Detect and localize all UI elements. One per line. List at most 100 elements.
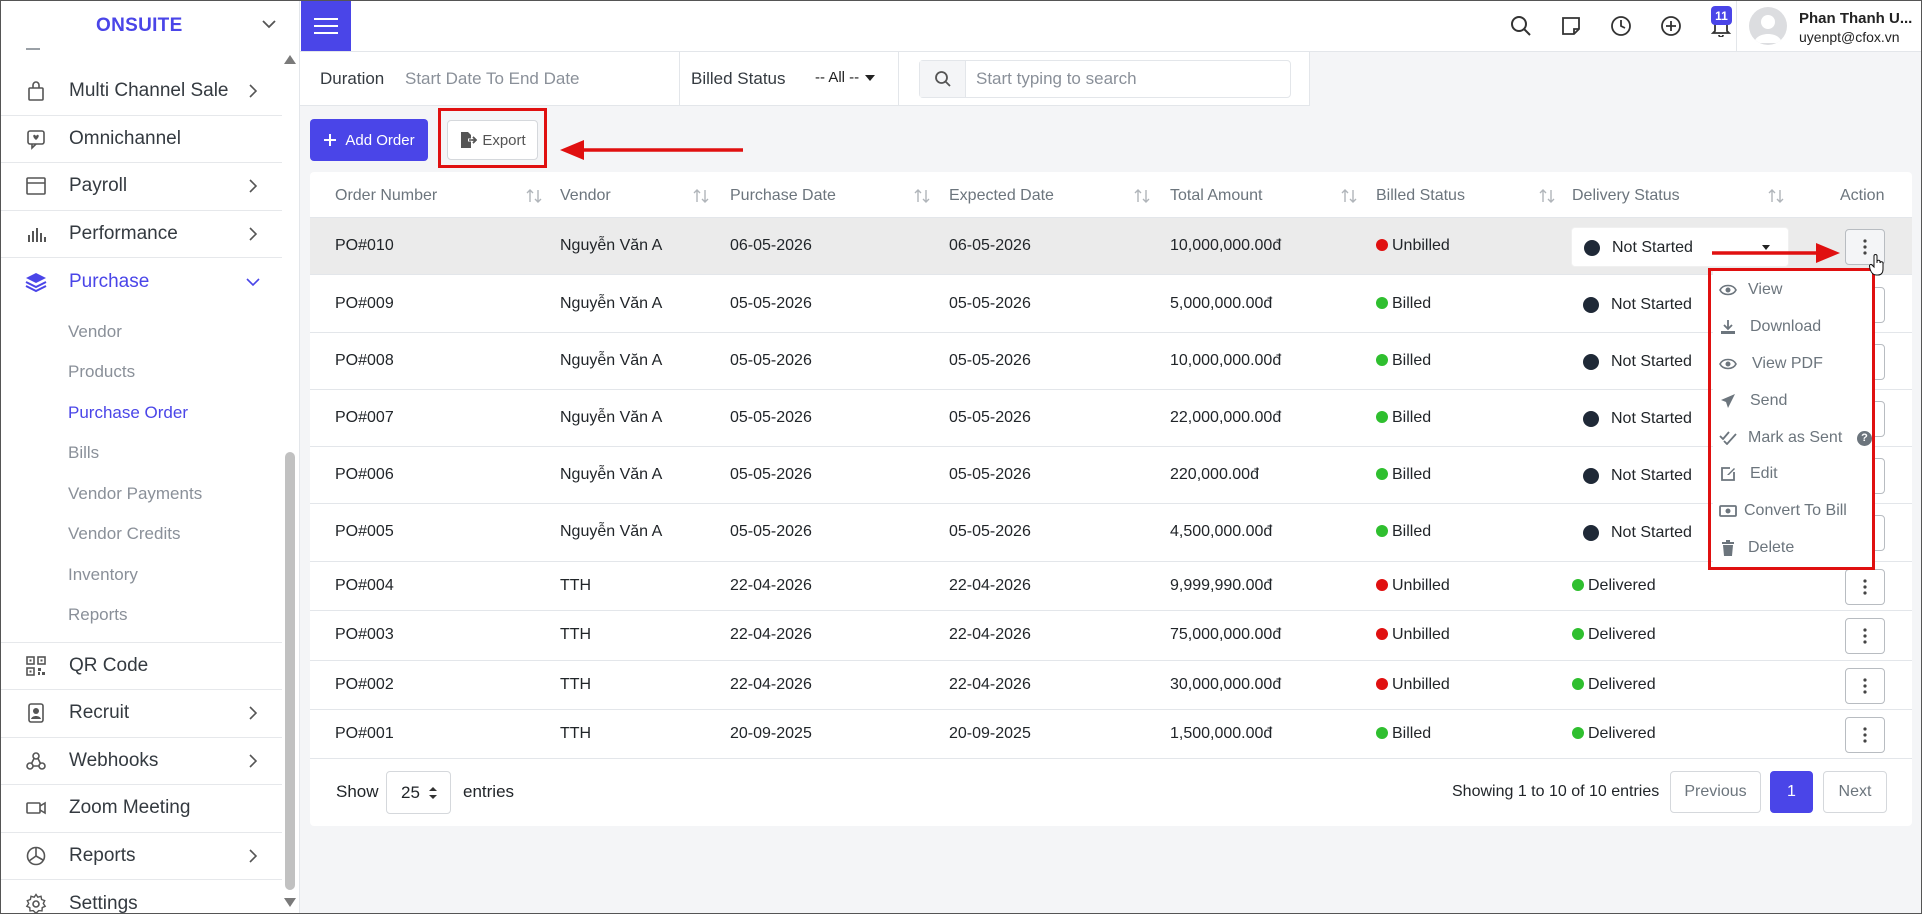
sidebar-item-reports[interactable]: Reports: [0, 833, 282, 880]
chevron-down-icon[interactable]: [259, 14, 279, 34]
status-dot-icon: [1376, 579, 1388, 591]
menu-toggle-button[interactable]: [301, 1, 351, 51]
sort-icon[interactable]: [525, 188, 543, 204]
sidebar-item-purchase[interactable]: Purchase: [0, 258, 282, 306]
column-header-vendor[interactable]: Vendor: [560, 187, 611, 205]
plus-icon: [324, 134, 337, 146]
table-row[interactable]: PO#010 Nguyễn Văn A 06-05-2026 06-05-2026 10…: [310, 218, 1912, 275]
chevron-right-icon: [249, 84, 258, 98]
previous-page-button[interactable]: Previous: [1670, 771, 1761, 813]
next-page-button[interactable]: Next: [1823, 771, 1887, 813]
order-number-cell[interactable]: PO#005: [335, 523, 394, 541]
search-icon[interactable]: [1508, 13, 1534, 39]
column-header-expected-date[interactable]: Expected Date: [949, 187, 1054, 205]
sidebar-item-payroll[interactable]: Payroll: [0, 163, 282, 211]
row-actions-button[interactable]: [1845, 569, 1885, 605]
sidebar-subitem-vendor-credits[interactable]: Vendor Credits: [0, 514, 282, 555]
clock-icon[interactable]: [1608, 13, 1634, 39]
sticky-note-icon[interactable]: [1558, 13, 1584, 39]
sidebar-item-zoom-meeting[interactable]: Zoom Meeting: [0, 785, 282, 833]
sidebar-subitem-inventory[interactable]: Inventory: [0, 555, 282, 596]
purchase-date-cell: 22-04-2026: [730, 626, 812, 643]
sidebar-item-settings[interactable]: Settings: [0, 880, 282, 914]
billed-status-text: Unbilled: [1392, 626, 1450, 643]
sidebar-subitem-products[interactable]: Products: [0, 352, 282, 393]
status-dot-icon: [1583, 468, 1599, 484]
date-range-input[interactable]: Start Date To End Date: [405, 69, 580, 89]
video-camera-icon: [24, 796, 48, 820]
sidebar-item-omnichannel[interactable]: Omnichannel: [0, 116, 282, 163]
table-row[interactable]: PO#005 Nguyễn Văn A 05-05-2026 05-05-2026 4,…: [310, 504, 1912, 562]
billed-status-select[interactable]: -- All --: [815, 69, 876, 86]
order-number-cell[interactable]: PO#004: [335, 577, 394, 595]
row-actions-button[interactable]: [1845, 668, 1885, 704]
delivery-status-text: Delivered: [1588, 626, 1656, 643]
order-number-cell[interactable]: PO#008: [335, 352, 394, 370]
table-row[interactable]: PO#002 TTH 22-04-2026 22-04-2026 30,000,000.…: [310, 661, 1912, 710]
order-number-cell[interactable]: PO#009: [335, 295, 394, 313]
avatar[interactable]: [1749, 7, 1787, 45]
status-dot-icon: [1376, 411, 1388, 423]
sort-icon[interactable]: [1340, 188, 1358, 204]
table-row[interactable]: PO#003 TTH 22-04-2026 22-04-2026 75,000,000.…: [310, 611, 1912, 661]
hamburger-icon: [314, 18, 338, 34]
sidebar-scroll-thumb[interactable]: [285, 452, 295, 890]
sort-icon[interactable]: [913, 188, 931, 204]
row-actions-button[interactable]: [1845, 717, 1885, 753]
plus-circle-icon[interactable]: [1658, 13, 1684, 39]
page-1-button[interactable]: 1: [1770, 771, 1813, 813]
partial-divider: [26, 48, 40, 50]
table-row[interactable]: PO#001 TTH 20-09-2025 20-09-2025 1,500,000.0…: [310, 710, 1912, 759]
table-row[interactable]: PO#008 Nguyễn Văn A 05-05-2026 05-05-2026 10…: [310, 333, 1912, 390]
page-size-select[interactable]: 25: [386, 771, 451, 814]
scroll-up-arrow-icon[interactable]: [284, 55, 296, 64]
row-actions-button[interactable]: [1845, 618, 1885, 654]
column-header-total-amount[interactable]: Total Amount: [1170, 187, 1263, 205]
sidebar-subitem-purchase-order[interactable]: Purchase Order: [0, 393, 282, 434]
sidebar-item-multi-channel-sale[interactable]: Multi Channel Sale: [0, 68, 282, 116]
sidebar-item-performance[interactable]: Performance: [0, 211, 282, 258]
brand-logo-text[interactable]: ONSUITE: [96, 15, 183, 37]
billed-status-badge: Unbilled: [1376, 676, 1450, 694]
sort-icon[interactable]: [1767, 188, 1785, 204]
delivery-status-badge: Delivered: [1572, 725, 1656, 743]
billed-status-value: -- All --: [815, 69, 860, 86]
order-number-cell[interactable]: PO#003: [335, 626, 394, 644]
order-number-cell[interactable]: PO#001: [335, 725, 394, 743]
scroll-down-arrow-icon[interactable]: [284, 898, 296, 907]
sort-icon[interactable]: [1133, 188, 1151, 204]
sort-icon[interactable]: [692, 188, 710, 204]
sidebar-subitem-reports[interactable]: Reports: [0, 595, 282, 636]
vendor-cell: Nguyễn Văn A: [560, 237, 663, 254]
sidebar-item-webhooks[interactable]: Webhooks: [0, 738, 282, 785]
status-dot-icon: [1376, 628, 1388, 640]
order-number-cell[interactable]: PO#002: [335, 676, 394, 694]
order-number-cell[interactable]: PO#007: [335, 409, 394, 427]
sidebar-item-recruit[interactable]: Recruit: [0, 690, 282, 738]
column-header-delivery-status[interactable]: Delivery Status: [1572, 187, 1680, 205]
column-header-billed-status[interactable]: Billed Status: [1376, 187, 1465, 205]
vendor-cell: Nguyễn Văn A: [560, 352, 663, 369]
search-input[interactable]: [968, 61, 1288, 97]
table-row[interactable]: PO#007 Nguyễn Văn A 05-05-2026 05-05-2026 22…: [310, 390, 1912, 447]
column-header-order-number[interactable]: Order Number: [335, 187, 437, 205]
user-name[interactable]: Phan Thanh U...: [1799, 10, 1912, 27]
add-order-button[interactable]: Add Order: [310, 119, 428, 161]
sidebar-subitem-vendor[interactable]: Vendor: [0, 312, 282, 353]
window-icon: [24, 174, 48, 198]
table-row[interactable]: PO#006 Nguyễn Văn A 05-05-2026 05-05-2026 22…: [310, 447, 1912, 504]
order-number-cell[interactable]: PO#010: [335, 237, 394, 255]
hand-cursor-icon: [1869, 254, 1884, 276]
sort-icon[interactable]: [1538, 188, 1556, 204]
delivery-status-text: Not Started: [1611, 410, 1692, 427]
expected-date-cell: 05-05-2026: [949, 409, 1031, 426]
order-number-cell[interactable]: PO#006: [335, 466, 394, 484]
pie-chart-icon: [24, 844, 48, 868]
status-dot-icon: [1583, 525, 1599, 541]
sidebar-subitem-vendor-payments[interactable]: Vendor Payments: [0, 474, 282, 515]
sidebar-item-qr-code[interactable]: QR Code: [0, 643, 282, 690]
sidebar-subitem-bills[interactable]: Bills: [0, 433, 282, 474]
table-row[interactable]: PO#009 Nguyễn Văn A 05-05-2026 05-05-2026 5,…: [310, 276, 1912, 333]
table-row[interactable]: PO#004 TTH 22-04-2026 22-04-2026 9,999,990.0…: [310, 562, 1912, 611]
column-header-purchase-date[interactable]: Purchase Date: [730, 187, 836, 205]
